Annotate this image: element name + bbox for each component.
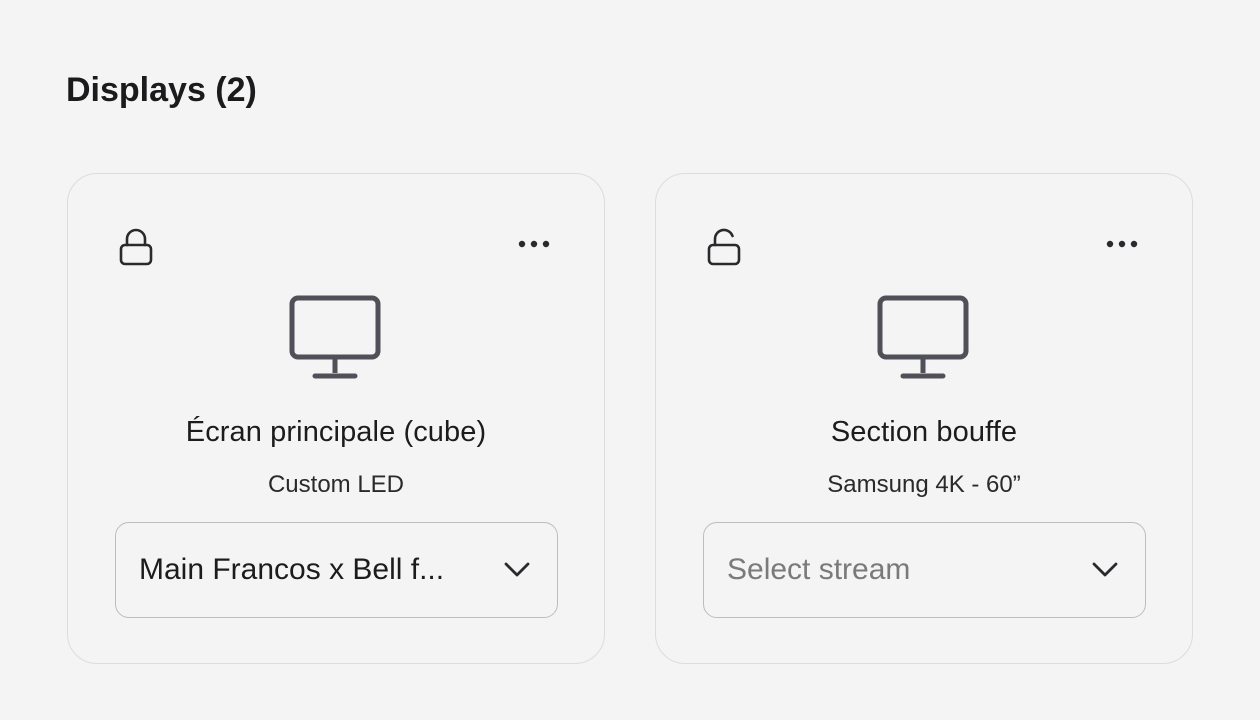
- display-model: Custom LED: [267, 471, 405, 498]
- chevron-down-icon: [501, 557, 533, 581]
- chevron-down-icon: [1089, 557, 1121, 581]
- monitor-icon: [876, 294, 972, 382]
- stream-select[interactable]: Main Francos x Bell f...: [115, 522, 558, 618]
- display-card: Section bouffe Samsung 4K - 60” Select s…: [655, 173, 1193, 664]
- more-options-icon[interactable]: [514, 230, 554, 258]
- displays-page: Displays (2) Écran principale (cube) Cus…: [0, 0, 1260, 720]
- stream-select[interactable]: Select stream: [703, 522, 1146, 618]
- display-card: Écran principale (cube) Custom LED Main …: [67, 173, 605, 664]
- more-options-icon[interactable]: [1102, 230, 1142, 258]
- stream-select-placeholder: Select stream: [727, 553, 911, 586]
- lock-closed-icon[interactable]: [116, 224, 156, 268]
- display-model: Samsung 4K - 60”: [827, 471, 1021, 498]
- stream-select-value: Main Francos x Bell f...: [139, 553, 445, 586]
- monitor-icon: [288, 294, 384, 382]
- display-name: Écran principale (cube): [185, 416, 487, 448]
- section-title: Displays (2): [66, 71, 257, 109]
- lock-open-icon[interactable]: [704, 224, 744, 268]
- display-name: Section bouffe: [830, 416, 1018, 448]
